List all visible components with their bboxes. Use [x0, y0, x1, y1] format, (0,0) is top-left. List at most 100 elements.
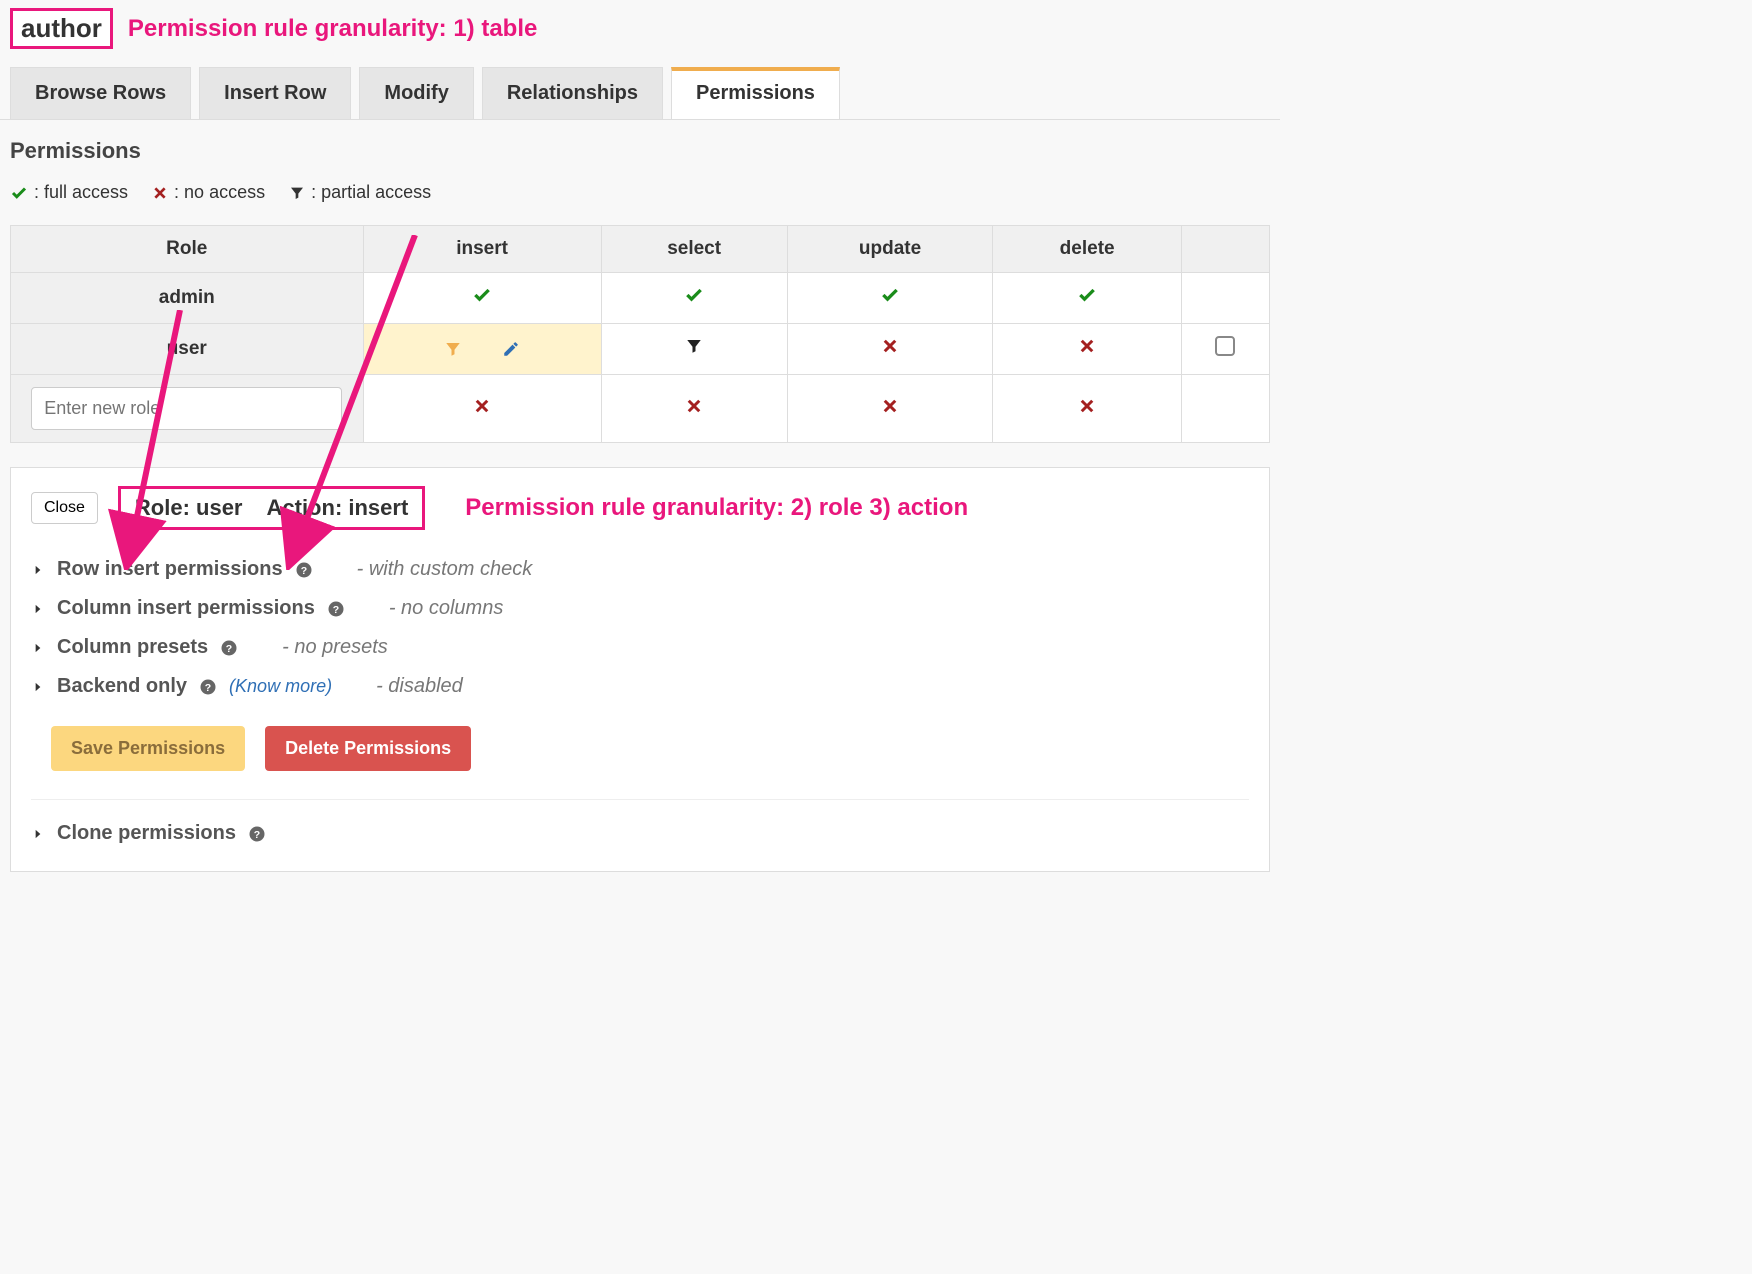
cross-icon	[881, 337, 899, 355]
perm-cell[interactable]	[787, 324, 993, 375]
cross-icon	[685, 397, 703, 415]
table-row: user	[11, 324, 1270, 375]
perm-cell[interactable]	[993, 324, 1181, 375]
help-icon[interactable]: ?	[327, 600, 345, 618]
filter-icon	[685, 337, 703, 355]
table-row	[11, 375, 1270, 443]
tab-permissions[interactable]: Permissions	[671, 67, 840, 119]
legend-partial-label: : partial access	[311, 182, 431, 203]
table-name: author	[10, 8, 113, 49]
close-button[interactable]: Close	[31, 492, 98, 524]
perm-label: Column insert permissions	[57, 597, 315, 620]
perm-cell[interactable]	[363, 273, 601, 324]
perm-cell[interactable]	[363, 375, 601, 443]
legend-none: : no access	[152, 182, 265, 203]
perm-label: Row insert permissions	[57, 558, 283, 581]
perm-row: Column presets ? - no presets	[31, 628, 1249, 667]
check-icon	[10, 184, 28, 202]
chevron-right-icon[interactable]	[31, 680, 45, 694]
perm-cell[interactable]	[787, 273, 993, 324]
detail-role-label: Role: user	[135, 495, 243, 521]
pencil-icon[interactable]	[502, 340, 520, 358]
perm-label: Column presets	[57, 636, 208, 659]
legend-partial: : partial access	[289, 182, 431, 203]
svg-text:?: ?	[300, 564, 306, 576]
perm-cell[interactable]	[993, 273, 1181, 324]
svg-text:?: ?	[226, 642, 232, 654]
legend-none-label: : no access	[174, 182, 265, 203]
permission-detail-panel: Close Role: user Action: insert Permissi…	[10, 467, 1270, 872]
annotation-top: Permission rule granularity: 1) table	[128, 15, 537, 43]
clone-row: Clone permissions ?	[31, 800, 1249, 853]
help-icon[interactable]: ?	[199, 678, 217, 696]
tab-modify[interactable]: Modify	[359, 67, 473, 119]
check-icon	[472, 285, 492, 305]
tab-relationships[interactable]: Relationships	[482, 67, 663, 119]
clone-label: Clone permissions	[57, 822, 236, 845]
perm-cell[interactable]	[993, 375, 1181, 443]
col-actions	[1181, 226, 1269, 273]
role-cell-user: user	[11, 324, 364, 375]
perm-cell	[1181, 375, 1269, 443]
perm-cell[interactable]	[1181, 324, 1269, 375]
tabs: Browse Rows Insert Row Modify Relationsh…	[0, 57, 1280, 120]
table-header-row: Role insert select update delete	[11, 226, 1270, 273]
col-delete: delete	[993, 226, 1181, 273]
col-select: select	[601, 226, 787, 273]
col-role: Role	[11, 226, 364, 273]
perm-cell[interactable]	[601, 375, 787, 443]
filter-icon	[444, 340, 462, 358]
cross-icon	[881, 397, 899, 415]
cross-icon	[1078, 337, 1096, 355]
permissions-table: Role insert select update delete admin u…	[10, 225, 1270, 443]
help-icon[interactable]: ?	[248, 825, 266, 843]
perm-row: Backend only ? (Know more) - disabled	[31, 667, 1249, 706]
svg-text:?: ?	[333, 603, 339, 615]
section-title: Permissions	[10, 138, 1270, 164]
cross-icon	[152, 185, 168, 201]
annotation-mid: Permission rule granularity: 2) role 3) …	[465, 494, 968, 522]
perm-cell[interactable]	[787, 375, 993, 443]
perm-suffix: - disabled	[376, 675, 463, 698]
help-icon[interactable]: ?	[295, 561, 313, 579]
chevron-right-icon[interactable]	[31, 602, 45, 616]
check-icon	[880, 285, 900, 305]
perm-row: Row insert permissions ? - with custom c…	[31, 550, 1249, 589]
detail-header: Close Role: user Action: insert Permissi…	[31, 486, 1249, 530]
perm-row: Column insert permissions ? - no columns	[31, 589, 1249, 628]
perm-label: Backend only	[57, 675, 187, 698]
save-permissions-button[interactable]: Save Permissions	[51, 726, 245, 771]
new-role-cell	[11, 375, 364, 443]
perm-suffix: - no presets	[282, 636, 388, 659]
role-action-box: Role: user Action: insert	[118, 486, 425, 530]
know-more-link[interactable]: (Know more)	[229, 676, 332, 697]
chevron-right-icon[interactable]	[31, 827, 45, 841]
chevron-right-icon[interactable]	[31, 641, 45, 655]
check-icon	[1077, 285, 1097, 305]
perm-suffix: - with custom check	[357, 558, 533, 581]
legend-full-label: : full access	[34, 182, 128, 203]
perm-cell[interactable]	[601, 273, 787, 324]
col-insert: insert	[363, 226, 601, 273]
delete-permissions-button[interactable]: Delete Permissions	[265, 726, 471, 771]
chevron-right-icon[interactable]	[31, 563, 45, 577]
detail-action-label: Action: insert	[267, 495, 409, 521]
tab-browse-rows[interactable]: Browse Rows	[10, 67, 191, 119]
check-icon	[684, 285, 704, 305]
perm-cell[interactable]	[601, 324, 787, 375]
tab-insert-row[interactable]: Insert Row	[199, 67, 351, 119]
table-row: admin	[11, 273, 1270, 324]
svg-text:?: ?	[254, 828, 260, 840]
table-header-row: author Permission rule granularity: 1) t…	[0, 0, 1280, 57]
help-icon[interactable]: ?	[220, 639, 238, 657]
filter-icon	[289, 185, 305, 201]
perm-cell-highlighted[interactable]	[363, 324, 601, 375]
svg-text:?: ?	[205, 681, 211, 693]
perm-cell	[1181, 273, 1269, 324]
checkbox-icon[interactable]	[1215, 336, 1235, 356]
cross-icon	[473, 397, 491, 415]
legend: : full access : no access : partial acce…	[10, 182, 1270, 203]
col-update: update	[787, 226, 993, 273]
legend-full: : full access	[10, 182, 128, 203]
new-role-input[interactable]	[31, 387, 342, 430]
